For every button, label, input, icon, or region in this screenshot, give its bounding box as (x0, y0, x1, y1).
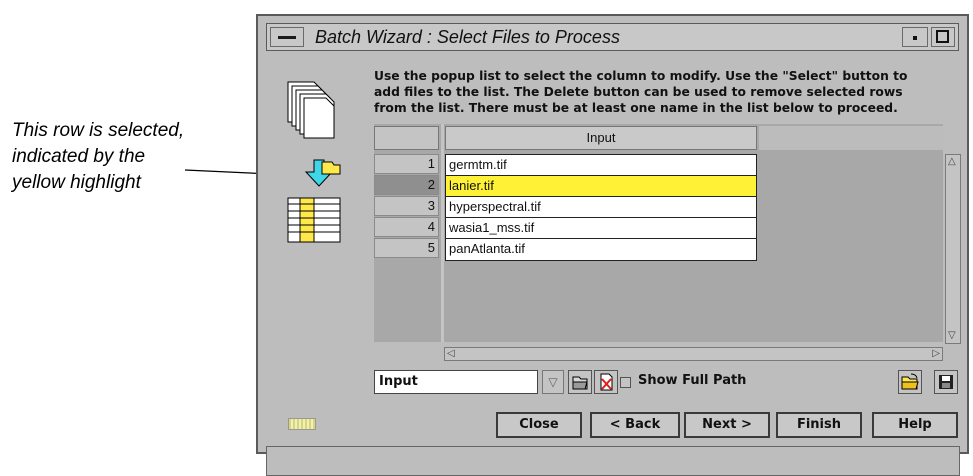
annotation-callout: This row is selected, indicated by the y… (12, 118, 262, 196)
scroll-left-icon[interactable]: ◁ (447, 349, 455, 359)
table-cell-file[interactable]: panAtlanta.tif (446, 239, 756, 260)
annotation-line-1: This row is selected, (12, 120, 185, 141)
table-cell-file-selected[interactable]: lanier.tif (446, 176, 756, 197)
row-number-5[interactable]: 5 (374, 238, 439, 258)
maximize-icon (936, 30, 949, 43)
window-menu-icon (278, 36, 296, 39)
file-list-table: Input 1 2 3 4 5 germtm.tif lanier.tif hy… (374, 124, 943, 342)
save-disk-icon (939, 375, 953, 389)
delete-file-icon (600, 373, 613, 391)
row-number-3[interactable]: 3 (374, 196, 439, 216)
column-select-field[interactable]: Input (374, 370, 538, 394)
horizontal-scrollbar[interactable]: ◁ ▷ (444, 347, 943, 361)
row-number-4[interactable]: 4 (374, 217, 439, 237)
status-bar (266, 446, 960, 476)
maximize-button[interactable] (931, 27, 955, 47)
save-list-button[interactable] (934, 370, 958, 394)
table-cell-file[interactable]: hyperspectral.tif (446, 197, 756, 218)
open-file-icon (572, 376, 588, 390)
vertical-scrollbar[interactable]: △ ▽ (945, 154, 961, 344)
annotation-line-3: yellow highlight (12, 172, 141, 193)
table-cell-file[interactable]: wasia1_mss.tif (446, 218, 756, 239)
title-bar[interactable]: Batch Wizard : Select Files to Process (266, 23, 959, 51)
window-title: Batch Wizard : Select Files to Process (315, 27, 620, 47)
minimize-button[interactable] (902, 27, 928, 47)
back-button[interactable]: < Back (590, 412, 680, 438)
column-header-input[interactable]: Input (445, 126, 757, 150)
delete-rows-button[interactable] (594, 370, 618, 394)
batch-wizard-window: Batch Wizard : Select Files to Process U… (256, 14, 969, 476)
batch-files-illustration-icon (278, 78, 348, 282)
select-files-button[interactable] (568, 370, 592, 394)
status-indicator (288, 418, 316, 430)
scroll-up-icon[interactable]: △ (948, 157, 956, 167)
table-header-filler (759, 126, 943, 150)
minimize-icon (913, 36, 917, 40)
row-number-column: 1 2 3 4 5 (374, 154, 439, 259)
column-select-dropdown-arrow-icon[interactable]: ▽ (542, 370, 564, 394)
help-button[interactable]: Help (872, 412, 958, 438)
scroll-right-icon[interactable]: ▷ (932, 349, 940, 359)
row-number-2[interactable]: 2 (374, 175, 439, 195)
table-corner-header[interactable] (374, 126, 439, 150)
instructions-text: Use the popup list to select the column … (374, 69, 908, 115)
scroll-down-icon[interactable]: ▽ (948, 331, 956, 341)
open-folder-icon (901, 373, 919, 390)
close-button[interactable]: Close (496, 412, 582, 438)
show-full-path-label: Show Full Path (638, 373, 747, 388)
show-full-path-checkbox[interactable] (620, 377, 631, 388)
row-number-1[interactable]: 1 (374, 154, 439, 174)
next-button[interactable]: Next > (684, 412, 770, 438)
input-column-cells: germtm.tif lanier.tif hyperspectral.tif … (445, 154, 757, 261)
annotation-line-2: indicated by the (12, 146, 146, 167)
open-list-button[interactable] (898, 370, 922, 394)
row-header-divider (441, 124, 444, 342)
finish-button[interactable]: Finish (776, 412, 862, 438)
window-menu-button[interactable] (270, 27, 304, 47)
table-cell-file[interactable]: germtm.tif (446, 155, 756, 176)
